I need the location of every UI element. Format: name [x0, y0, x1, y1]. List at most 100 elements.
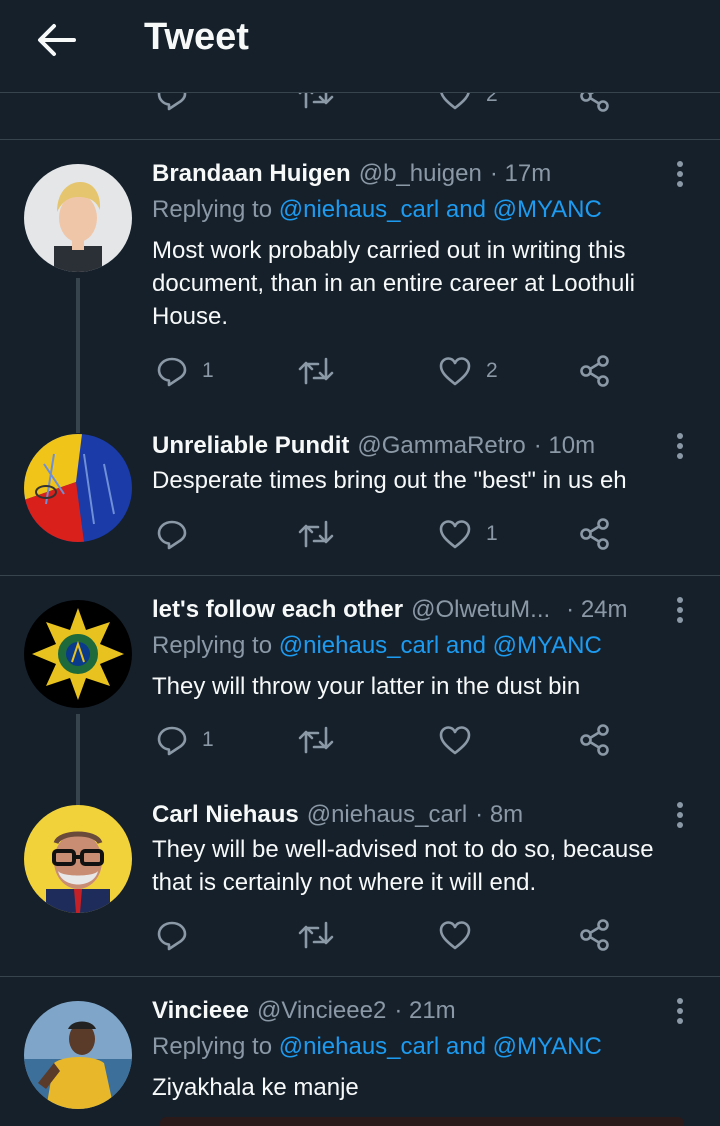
page-title: Tweet: [144, 16, 249, 58]
tweet-text: Desperate times bring out the "best" in …: [152, 464, 692, 497]
avatar[interactable]: [24, 164, 132, 272]
reply-icon: [157, 357, 187, 387]
tweet-text-line: document, than in an entire career at Lo…: [152, 270, 635, 297]
tweet-item[interactable]: Unreliable Pundit @GammaRetro · 10m Desp…: [0, 400, 720, 575]
share-button[interactable]: [578, 918, 612, 952]
replying-to: Replying to @niehaus_carl and @MYANC: [152, 632, 602, 660]
reply-icon: [157, 921, 187, 951]
share-icon: [580, 919, 609, 951]
replying-prefix: Replying to: [152, 196, 273, 223]
like-button[interactable]: 1: [438, 518, 498, 550]
retweet-button[interactable]: [298, 919, 334, 951]
user-handle: @GammaRetro: [357, 432, 526, 459]
tweet-time: · 10m: [533, 432, 596, 459]
user-handle: @niehaus_carl: [306, 801, 468, 828]
tweet-time: · 8m: [475, 801, 524, 828]
reply-button[interactable]: [156, 919, 188, 951]
reply-icon: [157, 520, 187, 550]
user-handle: @OlwetuM...: [411, 596, 551, 623]
replying-to: Replying to @niehaus_carl and @MYANC: [152, 1033, 602, 1061]
tweet-text: They will be well-advised not to do so, …: [152, 833, 692, 899]
tweet-text-line: They will be well-advised not to do so, …: [152, 836, 654, 863]
replying-mentions[interactable]: @niehaus_carl and @MYANC: [279, 632, 602, 659]
share-icon: [580, 355, 609, 387]
display-name[interactable]: Vincieee: [152, 997, 249, 1025]
tweet-header: let's follow each other @OlwetuM... · 24…: [152, 596, 660, 624]
retweet-icon: [298, 93, 334, 109]
avatar[interactable]: [24, 805, 132, 913]
display-name[interactable]: Carl Niehaus: [152, 801, 299, 829]
tweet-item[interactable]: Brandaan Huigen @b_huigen · 17m Replying…: [0, 140, 720, 433]
share-button[interactable]: [578, 93, 612, 113]
heart-icon: [439, 726, 471, 755]
tweet-text-line: Ziyakhala ke manje: [152, 1074, 359, 1101]
tweet-item[interactable]: Carl Niehaus @niehaus_carl · 8m They wil…: [0, 775, 720, 976]
tweet-text: They will throw your latter in the dust …: [152, 670, 692, 703]
reply-button[interactable]: [156, 93, 188, 111]
tweet-time: · 21m: [394, 997, 456, 1024]
tweet-item[interactable]: let's follow each other @OlwetuM... · 24…: [0, 576, 720, 806]
like-button[interactable]: [438, 919, 472, 951]
like-count: 1: [486, 522, 498, 545]
reply-button[interactable]: [156, 518, 188, 550]
reply-button[interactable]: 1: [156, 355, 214, 387]
more-options-button[interactable]: [666, 158, 694, 190]
replying-mentions[interactable]: @niehaus_carl and @MYANC: [279, 196, 602, 223]
back-button[interactable]: [34, 20, 78, 60]
share-button[interactable]: [578, 354, 612, 388]
more-options-button[interactable]: [666, 799, 694, 831]
more-options-button[interactable]: [666, 995, 694, 1027]
tweet-text-line: House.: [152, 303, 229, 330]
like-button[interactable]: 2: [438, 93, 498, 111]
heart-icon: [439, 921, 471, 950]
avatar[interactable]: [24, 600, 132, 708]
share-icon: [580, 518, 609, 550]
like-button[interactable]: [438, 724, 472, 756]
tweet-item[interactable]: Vincieee @Vincieee2 · 21m Replying to @n…: [0, 977, 720, 1126]
tweet-time: · 24m: [566, 596, 628, 623]
like-button[interactable]: 2: [438, 355, 498, 387]
tweet-time: · 17m: [489, 160, 552, 187]
top-app-bar: Tweet: [0, 0, 720, 93]
heart-icon: [440, 93, 470, 110]
avatar[interactable]: [24, 434, 132, 542]
share-button[interactable]: [578, 517, 612, 551]
replying-mentions[interactable]: @niehaus_carl and @MYANC: [279, 1033, 602, 1060]
display-name[interactable]: Unreliable Pundit: [152, 432, 349, 460]
reply-icon: [157, 726, 187, 756]
more-options-button[interactable]: [666, 594, 694, 626]
reply-icon: [157, 93, 187, 111]
tweet-header: Brandaan Huigen @b_huigen · 17m: [152, 160, 660, 188]
tweet-text: Ziyakhala ke manje: [152, 1071, 692, 1104]
replying-to: Replying to @niehaus_carl and @MYANC: [152, 196, 602, 224]
reply-count: 1: [202, 728, 214, 751]
reply-button[interactable]: 1: [156, 724, 214, 756]
tweet-header: Unreliable Pundit @GammaRetro · 10m: [152, 432, 660, 460]
display-name[interactable]: Brandaan Huigen: [152, 160, 351, 188]
tweet-text-line: They will throw your latter in the dust …: [152, 673, 581, 700]
tweet-header: Carl Niehaus @niehaus_carl · 8m: [152, 801, 660, 829]
display-name[interactable]: let's follow each other: [152, 596, 403, 624]
retweet-icon: [298, 520, 334, 548]
arrow-left-icon: [38, 24, 76, 56]
retweet-button[interactable]: [298, 518, 334, 550]
more-options-button[interactable]: [666, 430, 694, 462]
share-button[interactable]: [578, 723, 612, 757]
tweet-text-line: that is certainly not where it will end.: [152, 869, 537, 896]
retweet-icon: [298, 921, 334, 949]
replying-prefix: Replying to: [152, 632, 273, 659]
retweet-button[interactable]: [298, 93, 334, 111]
retweet-button[interactable]: [298, 355, 334, 387]
share-icon: [580, 724, 609, 756]
retweet-button[interactable]: [298, 724, 334, 756]
retweet-icon: [298, 726, 334, 754]
previous-tweet-actions: 2: [0, 93, 720, 140]
tweet-text-line: Most work probably carried out in writin…: [152, 237, 626, 264]
retweet-icon: [298, 357, 334, 385]
user-handle: @b_huigen: [358, 160, 482, 187]
tweet-text-line: Desperate times bring out the "best" in …: [152, 467, 627, 494]
heart-icon: [439, 357, 471, 386]
reply-count: 1: [202, 359, 214, 382]
media-preview[interactable]: [160, 1117, 684, 1126]
avatar[interactable]: [24, 1001, 132, 1109]
